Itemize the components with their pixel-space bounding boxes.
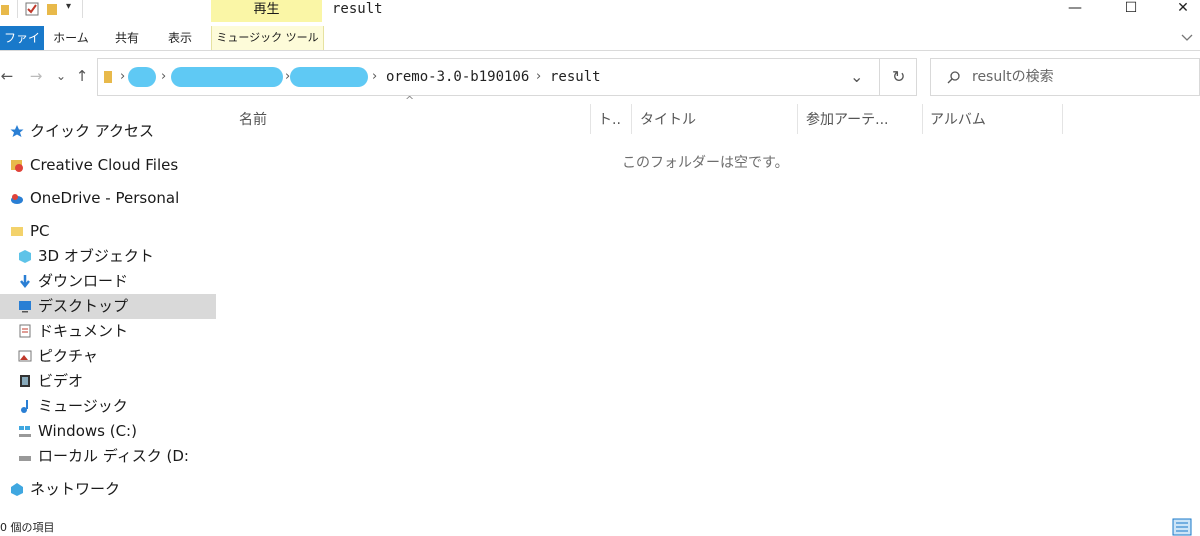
music-note-icon	[21, 400, 28, 413]
network-icon	[11, 483, 23, 496]
breadcrumb-separator: ›	[536, 69, 542, 84]
redacted-breadcrumb[interactable]	[128, 67, 156, 87]
refresh-button[interactable]: ↻	[892, 59, 905, 95]
empty-folder-message: このフォルダーは空です。	[622, 155, 789, 171]
sidebar-item-label: Windows (C:)	[38, 422, 137, 440]
folder-icon[interactable]	[0, 2, 14, 16]
column-artists[interactable]: 参加アーテ...	[806, 106, 889, 134]
redacted-breadcrumb[interactable]	[290, 67, 368, 87]
search-icon	[947, 71, 960, 84]
desktop-icon	[19, 301, 31, 313]
column-track[interactable]: ト..	[598, 106, 621, 134]
address-divider	[879, 59, 880, 95]
sidebar-item-label: 3D オブジェクト	[38, 247, 154, 265]
column-divider[interactable]	[590, 104, 591, 134]
up-button[interactable]: ↑	[74, 62, 90, 90]
column-title[interactable]: タイトル	[640, 106, 696, 134]
context-tab-play[interactable]: 再生	[211, 0, 322, 22]
column-album[interactable]: アルバム	[930, 106, 986, 134]
redacted-breadcrumb[interactable]	[171, 67, 283, 87]
picture-icon	[18, 350, 32, 362]
details-view-icon[interactable]	[1172, 518, 1192, 536]
maximize-button[interactable]: ☐	[1108, 0, 1154, 22]
sidebar-item[interactable]: 3D オブジェクト	[0, 244, 216, 269]
sidebar-item[interactable]: ダウンロード	[0, 269, 216, 294]
tab-file[interactable]: ファイル	[0, 26, 44, 69]
star-icon	[10, 125, 24, 137]
windows-drive-icon	[19, 426, 31, 437]
sidebar-item[interactable]: デスクトップ	[0, 294, 216, 319]
minimize-button[interactable]: —	[1052, 0, 1098, 22]
onedrive-cloud-icon	[11, 194, 23, 204]
sidebar-item[interactable]: クイック アクセス	[0, 119, 216, 144]
new-folder-icon[interactable]	[46, 2, 60, 16]
breadcrumb-oremo[interactable]: oremo-3.0-b190106	[386, 59, 529, 95]
sidebar-item-label: ピクチャ	[38, 347, 98, 365]
tab-share[interactable]: 共有	[108, 26, 146, 50]
sidebar-item-label: ネットワーク	[30, 480, 121, 498]
sidebar-item[interactable]: ミュージック	[0, 394, 216, 419]
window-title: result	[332, 1, 383, 17]
tab-music-tools[interactable]: ミュージック ツール	[211, 26, 324, 50]
sidebar-item-label: デスクトップ	[38, 297, 129, 315]
search-box[interactable]: resultの検索	[930, 58, 1200, 96]
sidebar-item-label: PC	[30, 222, 50, 240]
download-arrow-icon	[20, 275, 30, 288]
sidebar-item-label: OneDrive - Personal	[30, 189, 180, 207]
address-bar[interactable]: › › › › oremo-3.0-b190106 › result ⌄ ↻	[97, 58, 917, 96]
document-icon	[19, 324, 31, 338]
column-divider[interactable]	[797, 104, 798, 134]
sidebar-item[interactable]: ネットワーク	[0, 477, 216, 502]
toolbar-divider	[17, 0, 18, 18]
cube-icon	[19, 250, 31, 263]
sidebar-item[interactable]: Creative Cloud Files	[0, 153, 216, 178]
close-button[interactable]: ✕	[1160, 0, 1200, 22]
sidebar-item-label: ドキュメント	[38, 322, 129, 340]
breadcrumb-separator: ›	[161, 69, 167, 84]
sidebar-item[interactable]: ビデオ	[0, 369, 216, 394]
chevron-down-icon[interactable]	[1180, 32, 1194, 44]
sidebar-item[interactable]: PC	[0, 219, 216, 244]
sidebar-item-label: ローカル ディスク (D:	[38, 447, 189, 465]
sidebar-item-label: ミュージック	[38, 397, 128, 415]
disk-drive-icon	[19, 456, 31, 461]
tab-home[interactable]: ホーム	[50, 26, 92, 50]
title-bar	[0, 0, 1200, 22]
customize-toolbar-icon[interactable]: ▾	[66, 1, 71, 12]
column-divider[interactable]	[1062, 104, 1063, 134]
folder-icon	[104, 71, 112, 83]
recent-locations-button[interactable]: ⌄	[55, 62, 67, 90]
tab-view[interactable]: 表示	[160, 26, 200, 50]
pc-folder-icon	[11, 227, 23, 236]
column-divider[interactable]	[631, 104, 632, 134]
address-dropdown-button[interactable]: ⌄	[850, 59, 863, 95]
column-name[interactable]: 名前	[239, 106, 267, 134]
sidebar-item[interactable]: ドキュメント	[0, 319, 216, 344]
creative-cloud-icon	[11, 160, 23, 172]
status-item-count: 0 個の項目	[0, 521, 55, 534]
sidebar-item[interactable]: ピクチャ	[0, 344, 216, 369]
sidebar-item-label: クイック アクセス	[30, 122, 155, 140]
column-divider[interactable]	[922, 104, 923, 134]
sidebar-item[interactable]: Windows (C:)	[0, 419, 216, 444]
properties-icon[interactable]	[25, 2, 39, 16]
forward-button[interactable]: →	[28, 62, 44, 90]
search-input[interactable]: resultの検索	[972, 59, 1054, 95]
back-button[interactable]: ←	[0, 62, 14, 90]
sort-indicator: ^	[405, 94, 415, 107]
sidebar-item-label: Creative Cloud Files	[30, 156, 179, 174]
film-icon	[20, 375, 30, 387]
breadcrumb-separator: ›	[372, 69, 378, 84]
sidebar-item[interactable]: OneDrive - Personal	[0, 186, 216, 211]
sidebar-item-label: ダウンロード	[38, 272, 129, 290]
sidebar-item[interactable]: ローカル ディスク (D:	[0, 444, 216, 469]
toolbar-divider	[82, 0, 83, 18]
breadcrumb-separator: ›	[120, 69, 126, 84]
sidebar-item-label: ビデオ	[38, 372, 84, 390]
breadcrumb-result[interactable]: result	[550, 59, 601, 95]
